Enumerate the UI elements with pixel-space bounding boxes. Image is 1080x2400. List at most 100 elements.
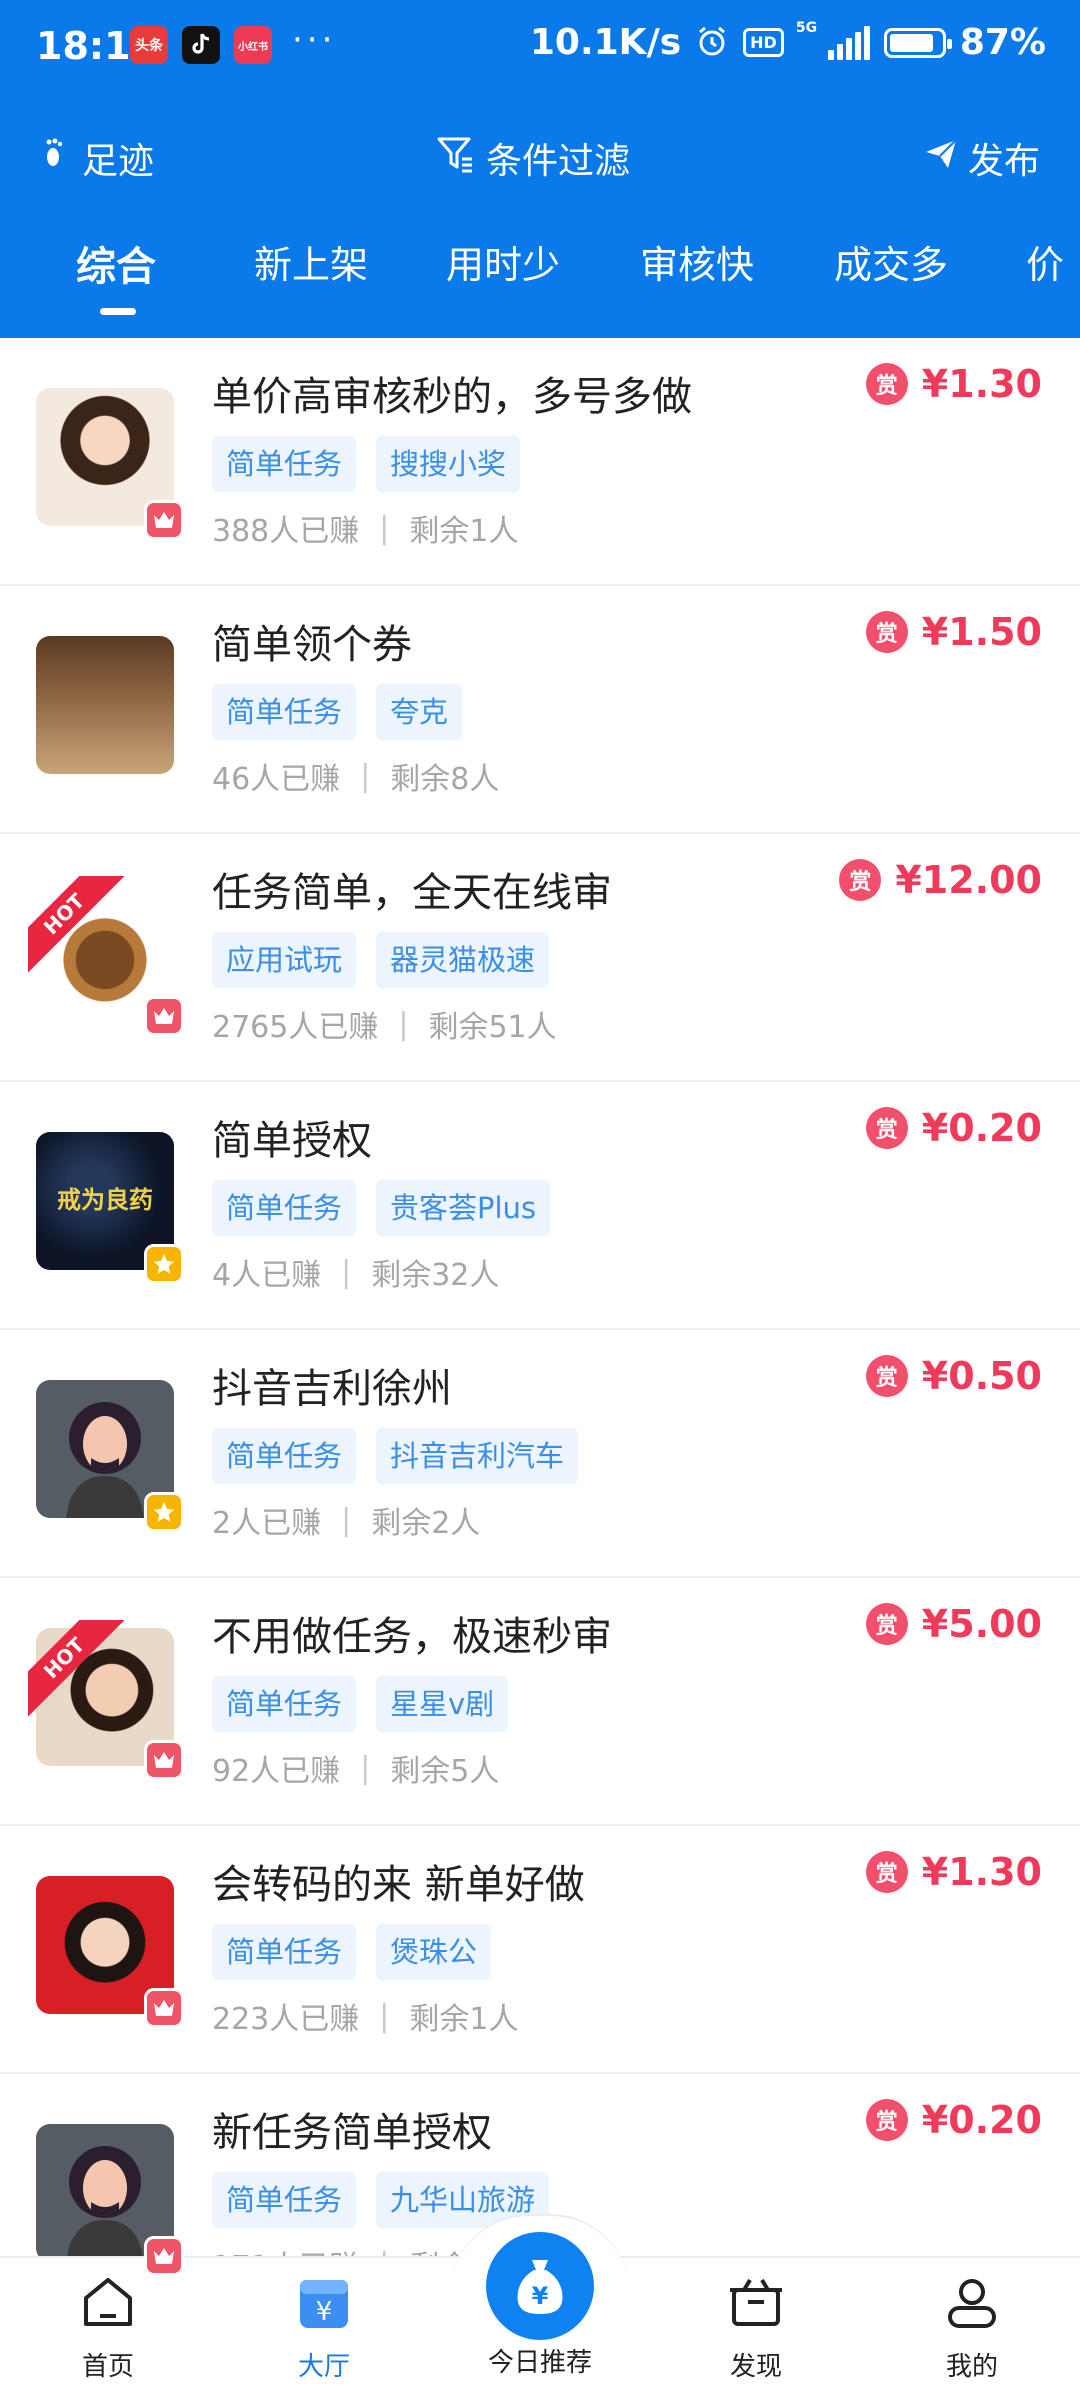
task-list-item[interactable]: 会转码的来 新单好做 赏 ¥1.30 简单任务 煲珠公 223人已赚 | 剩余1人 <box>0 1826 1080 2074</box>
send-icon <box>924 138 958 179</box>
task-title: 新任务简单授权 <box>212 2110 492 2156</box>
task-app-tag: 器灵猫极速 <box>376 932 550 988</box>
svg-text:¥: ¥ <box>316 2297 333 2327</box>
task-stats: 92人已赚 | 剩余5人 <box>212 1746 499 1790</box>
hd-icon: HD <box>743 28 784 57</box>
task-app-tag: 夸克 <box>376 684 463 740</box>
nav-hall-label: 大厅 <box>297 2352 350 2382</box>
task-title: 抖音吉利徐州 <box>212 1366 452 1412</box>
nav-discover-label: 发现 <box>729 2352 782 2382</box>
tab-fast-review[interactable]: 审核快 <box>640 234 754 289</box>
task-price: ¥0.20 <box>921 2098 1042 2142</box>
task-app-tag: 贵客荟Plus <box>376 1180 551 1236</box>
stats-divider: | <box>341 1502 352 1538</box>
filter-button[interactable]: 条件过滤 <box>436 132 630 184</box>
user-icon <box>948 2279 996 2328</box>
status-app-icons: 头条 小红书 <box>130 26 272 64</box>
money-bag-icon: ¥ <box>517 2260 563 2314</box>
star-badge-icon <box>144 1244 184 1284</box>
task-reward: 赏 ¥0.20 <box>865 2098 1042 2142</box>
task-list-item[interactable]: 单价高审核秒的，多号多做 赏 ¥1.30 简单任务 搜搜小奖 388人已赚 | 剩余1人 <box>0 338 1080 586</box>
alarm-icon <box>695 24 729 62</box>
douyin-app-icon <box>182 26 220 64</box>
stats-divider: | <box>360 758 371 794</box>
task-list-item[interactable]: HOT 不用做任务，极速秒审 赏 ¥5.00 简单任务 星星v剧 92人已赚 | 剩余5人 <box>0 1578 1080 1826</box>
reward-icon: 赏 <box>865 1107 908 1149</box>
task-type-tag: 简单任务 <box>212 1676 357 1732</box>
nav-home[interactable]: 首页 <box>38 2272 178 2382</box>
tab-less-time[interactable]: 用时少 <box>446 234 560 289</box>
task-list-item[interactable]: HOT 任务简单，全天在线审 赏 ¥12.00 应用试玩 器灵猫极速 2765人已赚 | 剩余5… <box>0 834 1080 1082</box>
task-stats: 388人已赚 | 剩余1人 <box>212 506 518 550</box>
task-remaining-count: 剩余1人 <box>409 514 519 549</box>
hall-icon: ¥ <box>300 2280 348 2328</box>
task-earned-count: 223人已赚 <box>212 2002 360 2037</box>
nav-mine-label: 我的 <box>945 2352 998 2382</box>
stats-divider: | <box>398 1006 409 1042</box>
tab-price[interactable]: 价 <box>1026 234 1064 289</box>
filter-icon <box>436 135 476 182</box>
footprint-button[interactable]: 足迹 <box>44 132 154 184</box>
crown-badge-icon <box>144 2236 184 2276</box>
task-reward: 赏 ¥0.20 <box>865 1106 1042 1150</box>
task-remaining-count: 剩余51人 <box>428 1010 557 1045</box>
crown-badge-icon <box>144 996 184 1036</box>
battery-icon <box>883 27 952 58</box>
footprint-label: 足迹 <box>82 141 155 182</box>
net-speed: 10.1K/s <box>529 22 682 63</box>
task-tags: 简单任务 星星v剧 <box>212 1676 509 1732</box>
hot-label: HOT <box>28 1620 124 1716</box>
task-tags: 应用试玩 器灵猫极速 <box>212 932 550 988</box>
publish-button[interactable]: 发布 <box>924 132 1040 184</box>
task-title: 单价高审核秒的，多号多做 <box>212 374 692 420</box>
task-price: ¥5.00 <box>921 1602 1042 1646</box>
task-price: ¥0.20 <box>921 1106 1042 1150</box>
task-price: ¥0.50 <box>921 1354 1042 1398</box>
tab-new-listed[interactable]: 新上架 <box>254 234 368 289</box>
task-remaining-count: 剩余2人 <box>371 1506 481 1541</box>
nav-mine[interactable]: 我的 <box>902 2272 1042 2382</box>
home-icon <box>84 2278 132 2326</box>
task-type-tag: 简单任务 <box>212 436 357 492</box>
crown-badge-icon <box>144 1988 184 2028</box>
task-reward: 赏 ¥5.00 <box>865 1602 1042 1646</box>
task-list-item[interactable]: 抖音吉利徐州 赏 ¥0.50 简单任务 抖音吉利汽车 2人已赚 | 剩余2人 <box>0 1330 1080 1578</box>
app-header: 18:17 头条 小红书 ··· 10.1K/s HD 5G 87% 足迹 条件… <box>0 0 1080 338</box>
task-reward: 赏 ¥1.30 <box>865 1850 1042 1894</box>
crown-badge-icon <box>144 500 184 540</box>
nav-discover[interactable]: 发现 <box>686 2272 826 2382</box>
task-earned-count: 92人已赚 <box>212 1754 341 1789</box>
signal-icon: 5G <box>796 20 870 60</box>
task-stats: 4人已赚 | 剩余32人 <box>212 1250 499 1294</box>
status-right: 10.1K/s HD 5G 87% <box>529 20 1046 64</box>
reward-icon: 赏 <box>865 1355 908 1397</box>
stats-divider: | <box>341 1254 352 1290</box>
task-list-item[interactable]: 戒为良药 简单授权 赏 ¥0.20 简单任务 贵客荟Plus 4人已赚 | 剩余32人 <box>0 1082 1080 1330</box>
task-app-tag: 搜搜小奖 <box>376 436 521 492</box>
nav-hall[interactable]: ¥ 大厅 <box>254 2272 394 2382</box>
task-type-tag: 简单任务 <box>212 1180 357 1236</box>
nav-today-recommend-button[interactable]: ¥ <box>486 2232 594 2340</box>
reward-icon: 赏 <box>865 2099 908 2141</box>
hot-label: HOT <box>28 876 124 972</box>
task-remaining-count: 剩余8人 <box>390 762 500 797</box>
star-badge-icon <box>144 1492 184 1532</box>
xiaohongshu-app-icon: 小红书 <box>234 26 272 64</box>
network-type: 5G <box>795 19 818 36</box>
task-stats: 2人已赚 | 剩余2人 <box>212 1498 480 1542</box>
task-title: 任务简单，全天在线审 <box>212 870 612 916</box>
category-tabs: 综合 新上架 用时少 审核快 成交多 价 <box>0 226 1080 326</box>
task-tags: 简单任务 贵客荟Plus <box>212 1180 551 1236</box>
tab-most-deals[interactable]: 成交多 <box>834 234 948 289</box>
task-reward: 赏 ¥1.30 <box>865 362 1042 406</box>
task-price: ¥12.00 <box>895 858 1042 902</box>
thumbnail-text: 戒为良药 <box>57 1186 153 1214</box>
task-stats: 223人已赚 | 剩余1人 <box>212 1994 518 2038</box>
task-reward: 赏 ¥1.50 <box>865 610 1042 654</box>
tab-comprehensive[interactable]: 综合 <box>76 234 156 292</box>
task-list-item[interactable]: 简单领个券 赏 ¥1.50 简单任务 夸克 46人已赚 | 剩余8人 <box>0 586 1080 834</box>
stats-divider: | <box>379 1998 390 2034</box>
more-notifications-icon: ··· <box>292 20 337 60</box>
task-remaining-count: 剩余1人 <box>409 2002 519 2037</box>
task-tags: 简单任务 夸克 <box>212 684 463 740</box>
